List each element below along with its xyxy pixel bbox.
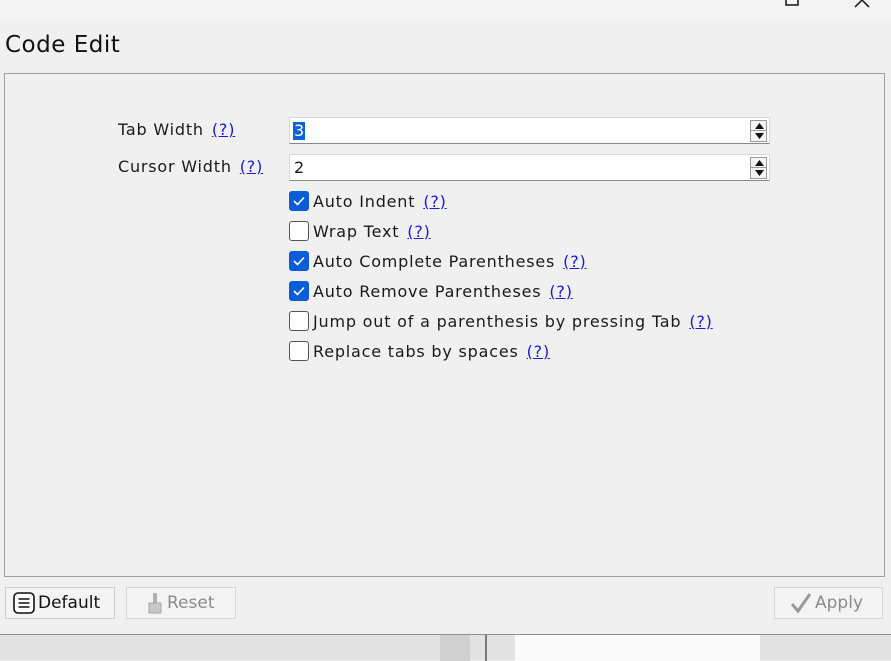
checkmark-icon [293,256,305,266]
reset-button[interactable]: Reset [126,587,236,619]
page-title: Code Edit [5,32,121,58]
replace-tabs-label: Replace tabs by spaces [313,341,519,361]
checkmark-icon [789,591,813,615]
option-jump-out-parenthesis[interactable]: Jump out of a parenthesis by pressing Ta… [289,310,713,332]
auto-indent-help-link[interactable]: (?) [423,192,446,211]
jump-out-parenthesis-checkbox[interactable] [289,311,309,331]
tab-width-label: Tab Width (?) [118,120,235,139]
option-auto-indent[interactable]: Auto Indent (?) [289,190,447,212]
tab-width-label-text: Tab Width [118,120,204,139]
arrow-up-icon [755,160,764,166]
option-auto-remove-parentheses[interactable]: Auto Remove Parentheses (?) [289,280,573,302]
jump-out-parenthesis-help-link[interactable]: (?) [689,312,712,331]
background-window [440,635,470,661]
auto-indent-label: Auto Indent [313,191,416,211]
auto-remove-parentheses-label: Auto Remove Parentheses [313,281,542,301]
tab-width-increment-button[interactable] [750,120,767,131]
checkmark-icon [293,196,305,206]
replace-tabs-checkbox[interactable] [289,341,309,361]
checkmark-icon [293,286,305,296]
cursor-width-spinbox[interactable]: 2 [289,154,770,181]
background-window-strip [0,634,891,661]
arrow-down-icon [755,133,764,139]
cursor-width-increment-button[interactable] [750,157,767,168]
tab-width-value: 3 [293,121,306,140]
default-button[interactable]: Default [5,587,115,619]
replace-tabs-help-link[interactable]: (?) [527,342,550,361]
tab-width-spinbox[interactable]: 3 [289,117,770,144]
tab-width-help-link[interactable]: (?) [212,120,235,139]
wrap-text-checkbox[interactable] [289,221,309,241]
jump-out-parenthesis-label: Jump out of a parenthesis by pressing Ta… [313,311,682,331]
cursor-width-value: 2 [294,158,305,177]
auto-remove-parentheses-checkbox[interactable] [289,281,309,301]
close-icon [854,0,870,8]
option-auto-complete-parentheses[interactable]: Auto Complete Parentheses (?) [289,250,587,272]
auto-remove-parentheses-help-link[interactable]: (?) [549,282,572,301]
auto-complete-parentheses-help-link[interactable]: (?) [563,252,586,271]
cursor-width-spin-arrows [750,157,767,179]
cursor-width-decrement-button[interactable] [750,168,767,179]
reset-button-label: Reset [167,593,215,613]
tab-width-spin-arrows [750,120,767,142]
cursor-width-label-text: Cursor Width [118,157,232,176]
background-window [515,635,760,661]
apply-button-label: Apply [815,593,863,613]
apply-button[interactable]: Apply [774,587,883,619]
maximize-icon [785,0,799,6]
auto-indent-checkbox[interactable] [289,191,309,211]
option-replace-tabs-by-spaces[interactable]: Replace tabs by spaces (?) [289,340,550,362]
tab-width-decrement-button[interactable] [750,131,767,142]
list-icon [12,591,36,615]
brush-icon [145,591,165,615]
default-button-label: Default [38,593,101,613]
auto-complete-parentheses-checkbox[interactable] [289,251,309,271]
background-window-divider [485,635,487,661]
close-button[interactable] [850,0,874,12]
auto-complete-parentheses-label: Auto Complete Parentheses [313,251,556,271]
option-wrap-text[interactable]: Wrap Text (?) [289,220,431,242]
maximize-button[interactable] [780,0,804,12]
window-titlebar [0,0,891,20]
wrap-text-help-link[interactable]: (?) [407,222,430,241]
cursor-width-help-link[interactable]: (?) [240,157,263,176]
wrap-text-label: Wrap Text [313,221,400,241]
arrow-down-icon [755,170,764,176]
arrow-up-icon [755,123,764,129]
cursor-width-label: Cursor Width (?) [118,157,263,176]
